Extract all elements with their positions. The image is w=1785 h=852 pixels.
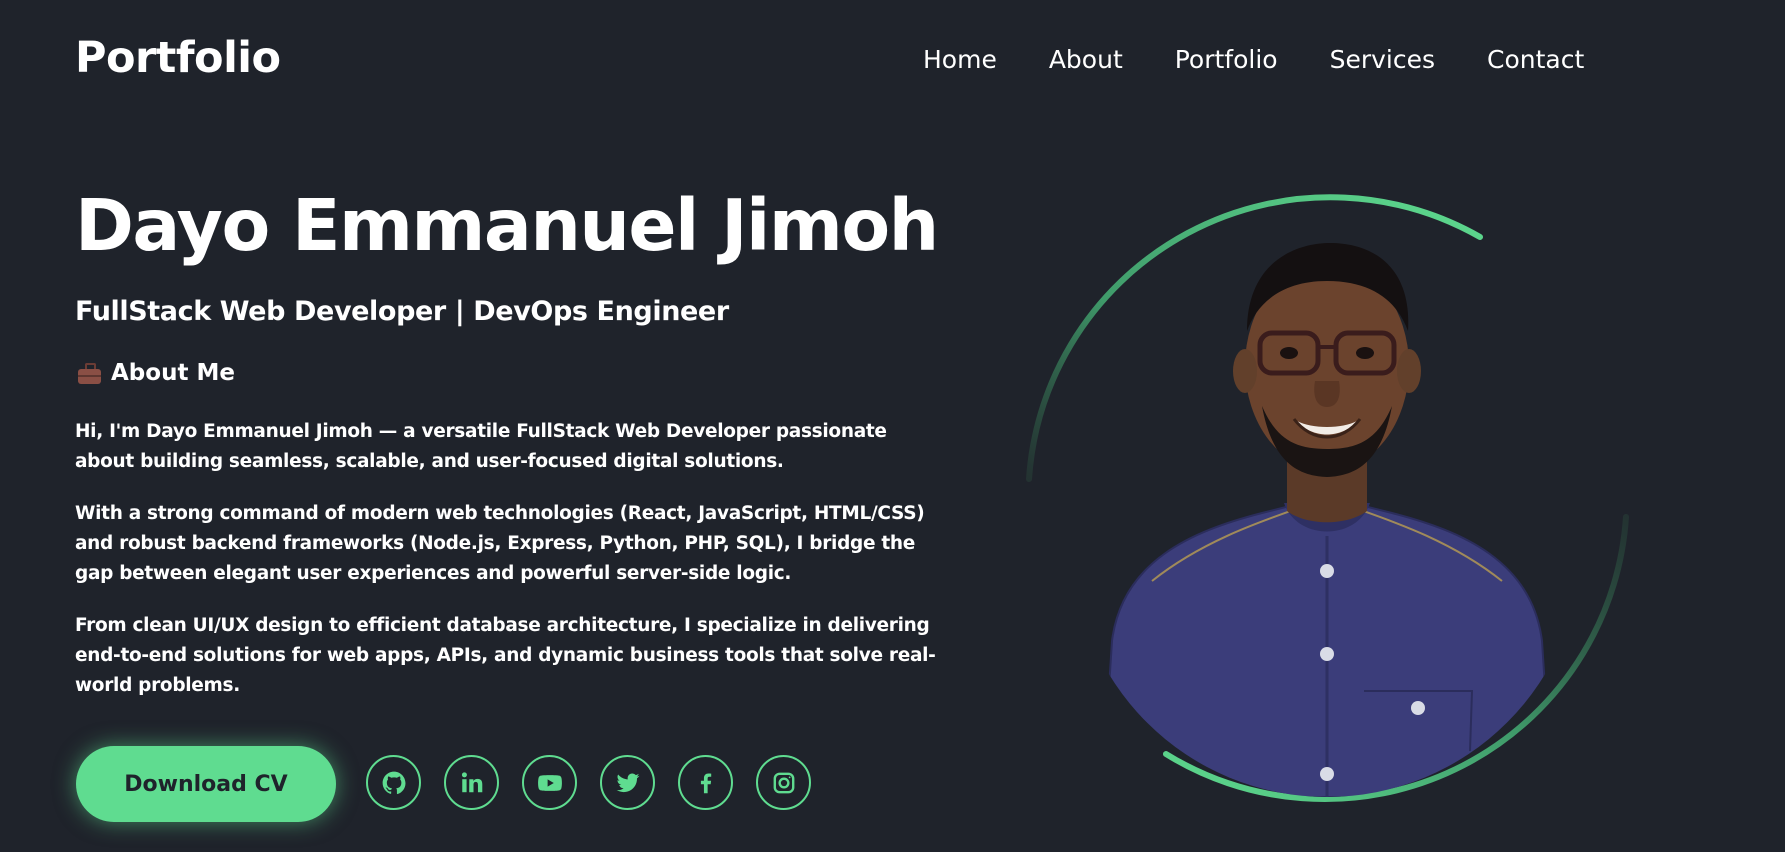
facebook-link[interactable] bbox=[678, 755, 733, 810]
nav-home-link[interactable]: Home bbox=[923, 45, 997, 75]
twitter-link[interactable] bbox=[600, 755, 655, 810]
profile-photo bbox=[1072, 221, 1582, 797]
linkedin-icon bbox=[461, 771, 482, 792]
youtube-icon bbox=[537, 774, 562, 791]
social-links bbox=[366, 755, 811, 810]
site-logo[interactable]: Portfolio bbox=[75, 33, 281, 83]
nav-contact-link[interactable]: Contact bbox=[1487, 45, 1584, 75]
hero-name: Dayo Emmanuel Jimoh bbox=[75, 184, 939, 267]
bio-paragraph-services: From clean UI/UX design to efficient dat… bbox=[75, 615, 936, 696]
bio-paragraph-skills: With a strong command of modern web tech… bbox=[75, 503, 925, 584]
main-nav: Home About Portfolio Services Contact bbox=[923, 45, 1584, 75]
portfolio-page: Portfolio Home About Portfolio Services … bbox=[0, 0, 1785, 852]
facebook-icon bbox=[700, 772, 711, 793]
twitter-icon bbox=[616, 773, 639, 792]
hero-role: FullStack Web Developer | DevOps Enginee… bbox=[75, 296, 729, 327]
nav-portfolio-link[interactable]: Portfolio bbox=[1175, 45, 1278, 75]
download-cv-button[interactable]: Download CV bbox=[76, 746, 336, 822]
about-bio: Hi, I'm Dayo Emmanuel Jimoh — a versatil… bbox=[75, 417, 945, 723]
linkedin-link[interactable] bbox=[444, 755, 499, 810]
about-heading-label: About Me bbox=[111, 360, 235, 386]
bio-paragraph-intro: Hi, I'm Dayo Emmanuel Jimoh — a versatil… bbox=[75, 421, 887, 472]
youtube-link[interactable] bbox=[522, 755, 577, 810]
briefcase-icon bbox=[78, 363, 101, 385]
instagram-icon bbox=[773, 772, 794, 793]
profile-photo-frame bbox=[1012, 183, 1642, 813]
instagram-link[interactable] bbox=[756, 755, 811, 810]
github-icon bbox=[382, 771, 405, 794]
about-heading: About Me bbox=[78, 360, 235, 388]
github-link[interactable] bbox=[366, 755, 421, 810]
nav-services-link[interactable]: Services bbox=[1330, 45, 1435, 75]
person-portrait-illustration bbox=[1100, 243, 1554, 797]
nav-about-link[interactable]: About bbox=[1049, 45, 1123, 75]
